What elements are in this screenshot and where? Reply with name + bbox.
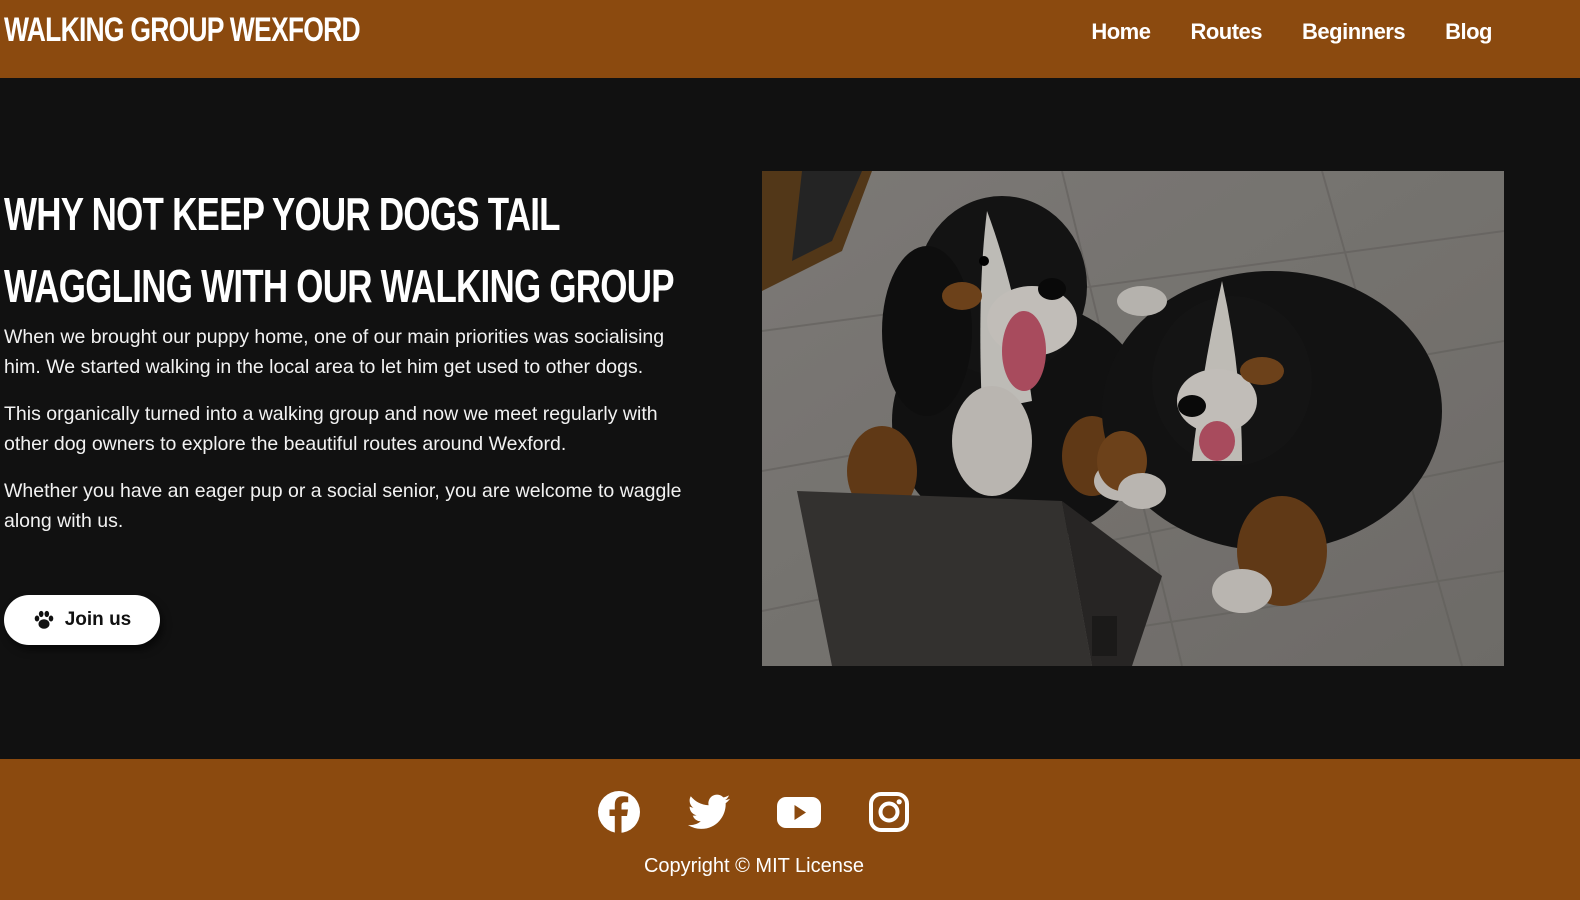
hero-headline-line-2: waggling with our walking group [4, 260, 675, 312]
hero-dogs-photo [762, 171, 1504, 666]
site-header: Walking Group Wexford Home Routes Beginn… [0, 0, 1580, 78]
join-us-label: Join us [64, 609, 132, 630]
twitter-link[interactable] [686, 789, 732, 835]
hero-paragraph: Whether you have an eager pup or a socia… [4, 480, 682, 532]
main-nav: Home Routes Beginners Blog [1051, 0, 1492, 64]
hero-copy: When we brought our puppy home, one of o… [4, 322, 684, 553]
youtube-link[interactable] [776, 789, 822, 835]
paw-icon [34, 610, 54, 629]
nav-link-beginners[interactable]: Beginners [1302, 0, 1406, 64]
social-links [0, 789, 1508, 835]
hero-paragraph: This organically turned into a walking g… [4, 403, 658, 455]
twitter-icon [687, 794, 731, 829]
facebook-icon [598, 791, 640, 833]
copyright-text: Copyright © MIT License [643, 855, 864, 877]
hero-headline: Why not keep your dogs tail waggling wit… [4, 178, 675, 322]
main-content: Why not keep your dogs tail waggling wit… [0, 78, 1580, 759]
hero-paragraph: When we brought our puppy home, one of o… [4, 326, 665, 378]
site-logo[interactable]: Walking Group Wexford [4, 10, 361, 50]
site-footer: Copyright © MIT License [0, 759, 1580, 900]
youtube-icon [777, 797, 821, 828]
nav-link-home[interactable]: Home [1091, 0, 1151, 64]
facebook-link[interactable] [596, 789, 642, 835]
instagram-link[interactable] [866, 789, 912, 835]
instagram-icon [869, 792, 909, 832]
nav-link-blog[interactable]: Blog [1445, 0, 1492, 64]
hero-headline-line-1: Why not keep your dogs tail [4, 188, 561, 240]
join-us-button[interactable]: Join us [4, 595, 160, 645]
nav-link-routes[interactable]: Routes [1190, 0, 1262, 64]
